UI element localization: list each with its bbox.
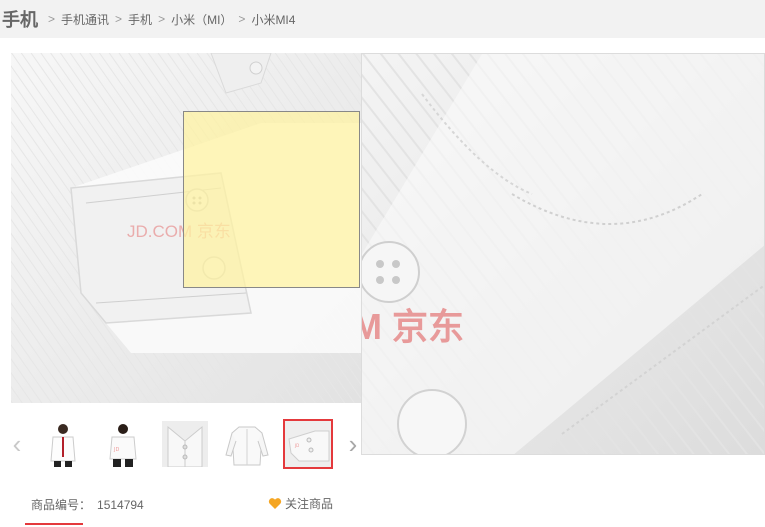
breadcrumb: 手机 > 手机通讯 > 手机 > 小米（MI） > 小米MI4 — [0, 0, 765, 38]
zoomed-sleeve-photo — [362, 54, 764, 454]
thumbnail-strip: ‹ JD JD › — [0, 415, 365, 471]
zoom-preview: M 京东 — [361, 53, 765, 455]
sku-info: 商品编号： 1514794 — [31, 496, 144, 513]
zoom-lens[interactable] — [183, 111, 360, 288]
breadcrumb-item[interactable]: 手机通讯 — [61, 11, 109, 28]
svg-text:JD: JD — [294, 443, 299, 448]
sku-label: 商品编号： — [31, 498, 92, 512]
thumb-model-front[interactable] — [38, 419, 88, 469]
heart-icon — [268, 498, 282, 509]
chevron-right-icon: > — [115, 12, 123, 26]
breadcrumb-root[interactable]: 手机 — [2, 6, 38, 32]
thumb-sleeve-cuff[interactable]: JD — [283, 419, 333, 469]
model-back-image: JD — [100, 421, 146, 467]
follow-button[interactable]: 关注商品 — [268, 495, 333, 512]
chevron-right-icon: > — [48, 12, 56, 26]
sleeve-cuff-image: JD — [285, 421, 331, 467]
breadcrumb-item[interactable]: 手机 — [128, 11, 152, 28]
breadcrumb-item[interactable]: 小米（MI） — [171, 11, 232, 28]
thumb-collar[interactable] — [160, 419, 210, 469]
thumb-model-back[interactable]: JD — [98, 419, 148, 469]
chevron-right-icon: > — [238, 12, 246, 26]
chevron-right-icon: > — [158, 12, 166, 26]
follow-label: 关注商品 — [285, 497, 334, 511]
watermark: M 京东 — [361, 306, 464, 347]
model-front-image — [40, 421, 86, 467]
collar-image — [162, 421, 208, 467]
chevron-right-icon[interactable]: › — [342, 429, 364, 459]
sku-underline — [25, 523, 83, 525]
thumb-shirt-full[interactable] — [222, 419, 272, 469]
product-main-image[interactable]: JD.COM 京东 — [11, 53, 361, 403]
sku-value: 1514794 — [97, 498, 144, 512]
chevron-left-icon[interactable]: ‹ — [6, 429, 28, 459]
svg-text:JD: JD — [113, 447, 119, 453]
shirt-full-image — [224, 421, 270, 467]
breadcrumb-item[interactable]: 小米MI4 — [251, 11, 295, 28]
